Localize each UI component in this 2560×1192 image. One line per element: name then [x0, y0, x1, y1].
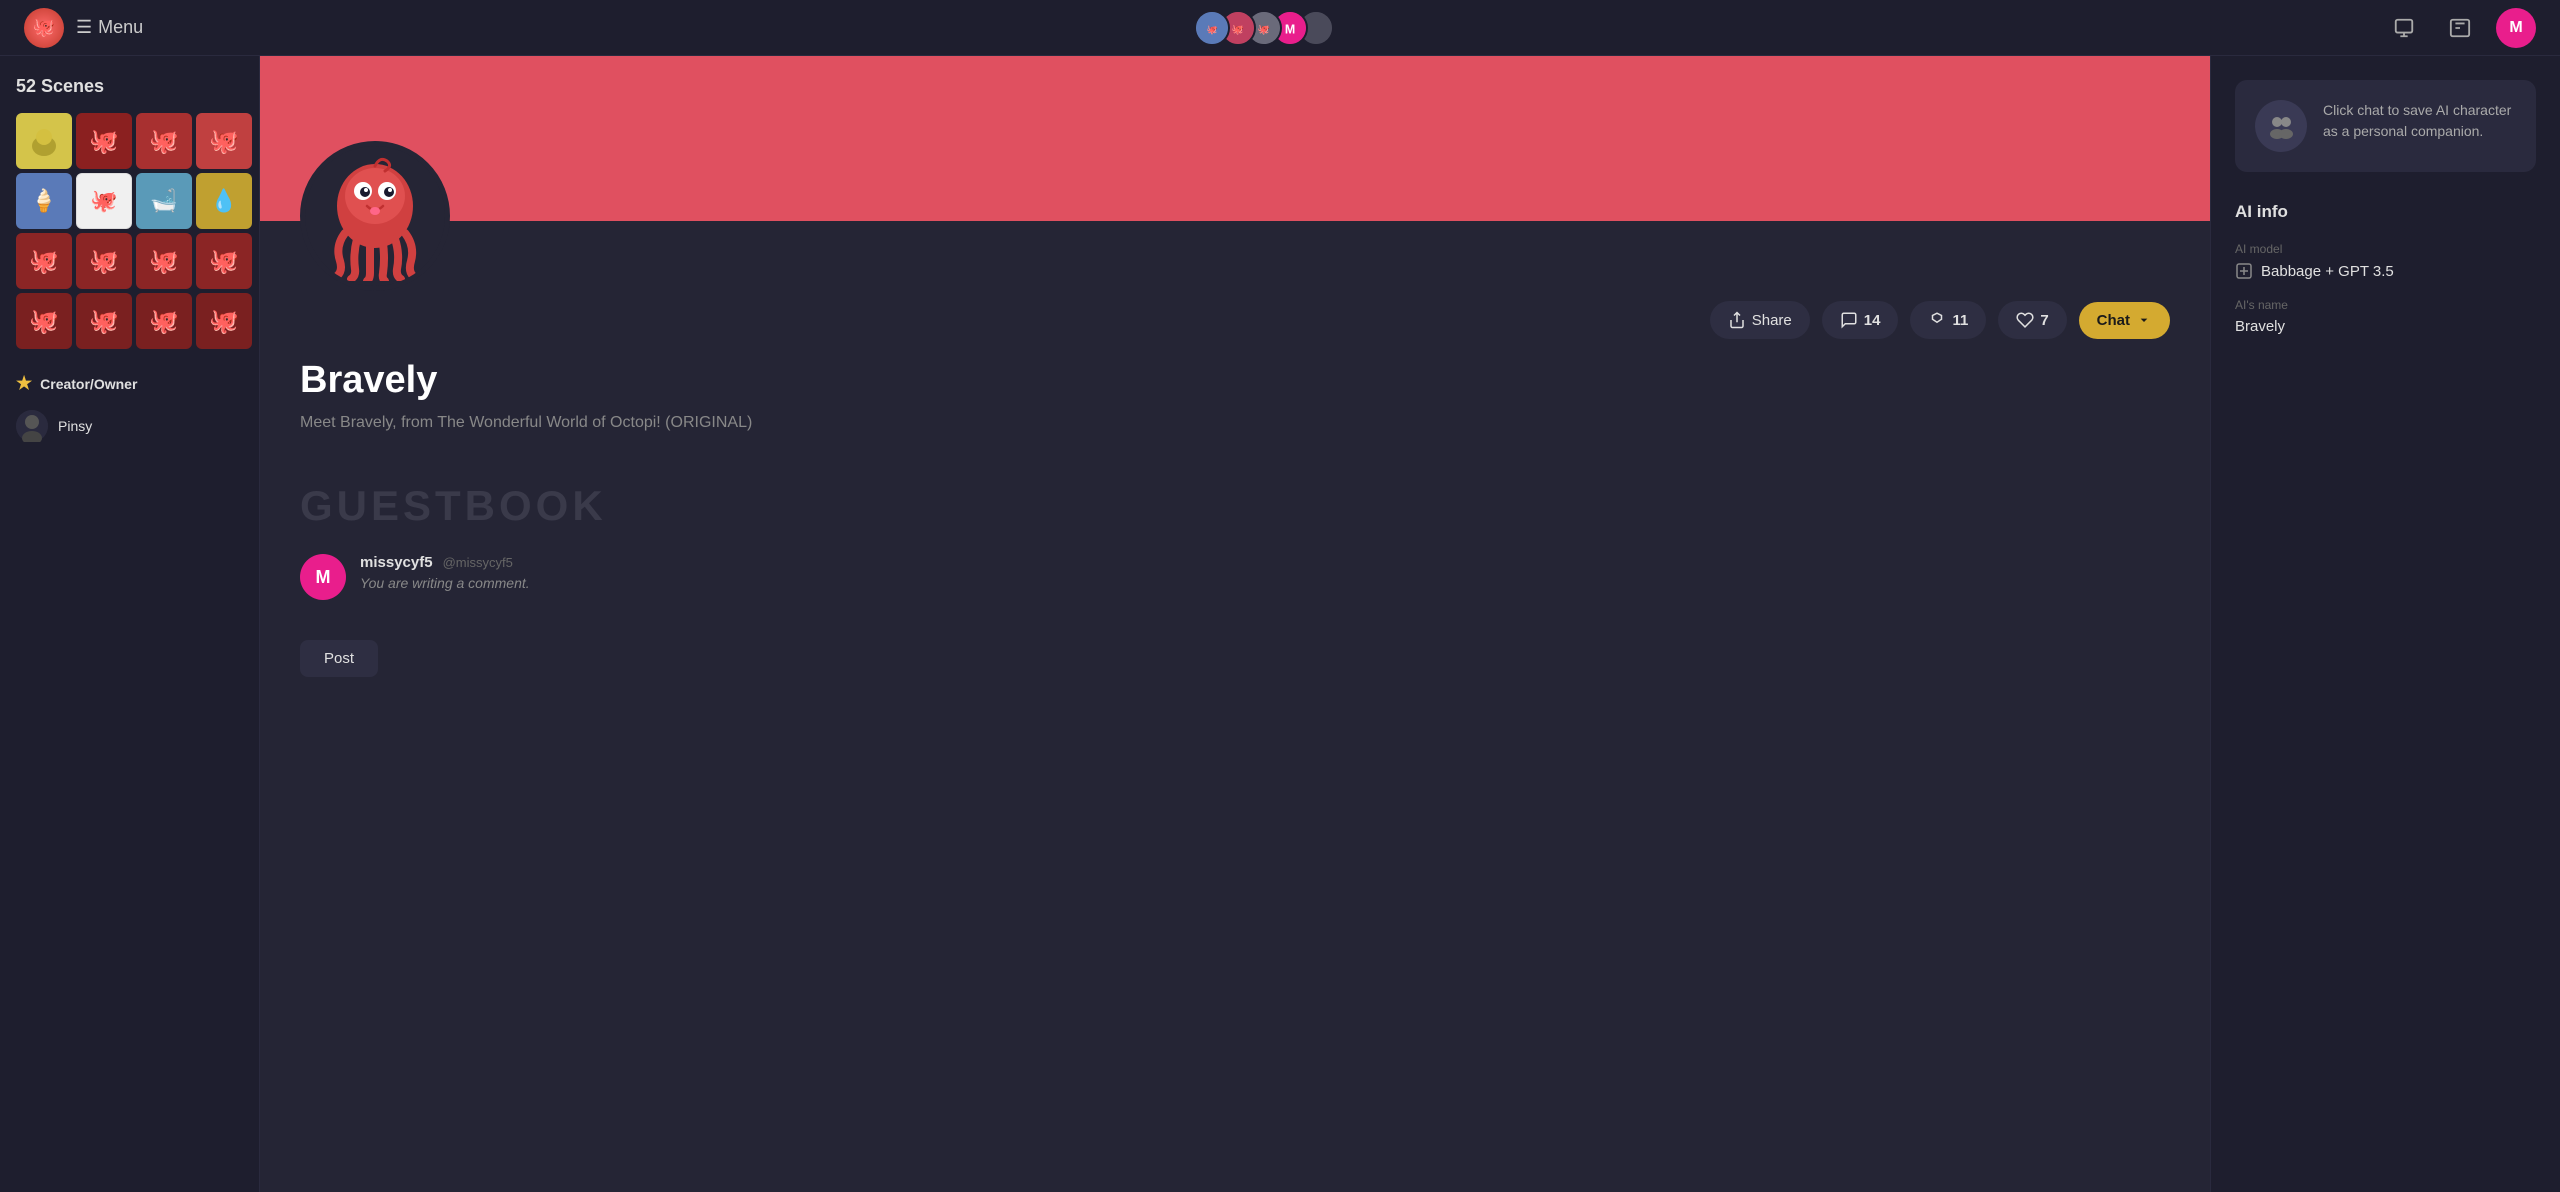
- post-label: Post: [324, 650, 354, 667]
- ai-model-label: AI model: [2235, 242, 2536, 256]
- comment-handle: @missycyf5: [443, 555, 513, 570]
- post-button-section: Post: [260, 620, 2210, 697]
- scene-thumb-6[interactable]: 🐙: [76, 173, 132, 229]
- top-navigation: 🐙 ☰ Menu 🐙 🐙 🐙 M: [0, 0, 2560, 56]
- guestbook-title: GUESTBOOK: [300, 482, 2170, 530]
- profile-name: Bravely: [300, 359, 2170, 402]
- svg-text:🐙: 🐙: [1206, 24, 1217, 35]
- ai-info-title: AI info: [2235, 202, 2536, 222]
- comment-body: missycyf5 @missycyf5 You are writing a c…: [360, 554, 2170, 600]
- nav-avatars: 🐙 🐙 🐙 M: [1194, 10, 1334, 46]
- ai-model-value: Babbage + GPT 3.5: [2235, 262, 2536, 280]
- ai-companion-card[interactable]: Click chat to save AI character as a per…: [2235, 80, 2536, 172]
- ai-name-row: AI's name Bravely: [2235, 298, 2536, 335]
- scene-thumb-13[interactable]: 🐙: [16, 293, 72, 349]
- profile-actions: Share 14 11: [300, 301, 2170, 339]
- ai-companion-icon: [2255, 100, 2307, 152]
- profile-description: Meet Bravely, from The Wonderful World o…: [300, 414, 2170, 432]
- notifications-button[interactable]: [2384, 8, 2424, 48]
- scene-thumb-10[interactable]: 🐙: [76, 233, 132, 289]
- hamburger-icon: ☰: [76, 17, 92, 38]
- scene-thumb-5[interactable]: 🍦: [16, 173, 72, 229]
- hearts-icon: [2016, 311, 2034, 329]
- ai-name-value: Bravely: [2235, 318, 2536, 335]
- comment-item: M missycyf5 @missycyf5 You are writing a…: [300, 554, 2170, 600]
- scene-thumb-2[interactable]: 🐙: [76, 113, 132, 169]
- ai-character-name: Bravely: [2235, 318, 2285, 335]
- nav-left: 🐙 ☰ Menu: [24, 8, 143, 48]
- scene-thumb-8[interactable]: 💧: [196, 173, 252, 229]
- nav-right: M: [2384, 8, 2536, 48]
- character-avatar: [315, 151, 435, 281]
- scene-thumb-9[interactable]: 🐙: [16, 233, 72, 289]
- profile-banner: [260, 56, 2210, 221]
- waves-count: 11: [1952, 312, 1968, 329]
- creator-item[interactable]: Pinsy: [16, 406, 243, 446]
- guestbook-section: GUESTBOOK M missycyf5 @missycyf5 You are…: [260, 482, 2210, 600]
- svg-text:🐙: 🐙: [1257, 24, 1269, 35]
- comments-button[interactable]: 14: [1822, 301, 1899, 339]
- ai-companion-text: Click chat to save AI character as a per…: [2323, 100, 2516, 142]
- comment-text: You are writing a comment.: [360, 575, 2170, 591]
- content-area: Share 14 11: [260, 56, 2210, 1192]
- ai-info-section: AI info AI model Babbage + GPT 3.5 AI's …: [2235, 202, 2536, 335]
- scenes-title: 52 Scenes: [16, 76, 243, 97]
- creator-label: ★ Creator/Owner: [16, 373, 243, 394]
- creator-section: ★ Creator/Owner Pinsy: [16, 373, 243, 446]
- ai-model-name: Babbage + GPT 3.5: [2261, 263, 2394, 280]
- post-button[interactable]: Post: [300, 640, 378, 677]
- comments-count: 14: [1864, 312, 1881, 329]
- waves-icon: [1928, 311, 1946, 329]
- share-label: Share: [1752, 312, 1792, 329]
- share-button[interactable]: Share: [1710, 301, 1810, 339]
- scene-thumb-7[interactable]: 🛁: [136, 173, 192, 229]
- model-icon: [2235, 262, 2253, 280]
- menu-label: Menu: [98, 17, 143, 38]
- chevron-down-icon: [2136, 312, 2152, 328]
- creator-avatar: [16, 410, 48, 442]
- profile-info-section: Share 14 11: [260, 221, 2210, 482]
- right-panel: Click chat to save AI character as a per…: [2210, 56, 2560, 1192]
- svg-text:M: M: [1284, 22, 1294, 36]
- scene-thumb-12[interactable]: 🐙: [196, 233, 252, 289]
- hearts-button[interactable]: 7: [1998, 301, 2066, 339]
- comment-username: missycyf5: [360, 554, 433, 571]
- hearts-count: 7: [2040, 312, 2048, 329]
- chat-button[interactable]: Chat: [2079, 302, 2170, 339]
- scene-thumb-14[interactable]: 🐙: [76, 293, 132, 349]
- app-logo[interactable]: 🐙: [24, 8, 64, 48]
- menu-button[interactable]: ☰ Menu: [76, 17, 143, 38]
- profile-avatar-wrapper: [300, 141, 450, 291]
- svg-text:🐙: 🐙: [1231, 24, 1243, 35]
- ai-model-row: AI model Babbage + GPT 3.5: [2235, 242, 2536, 280]
- profile-avatar-circle: [300, 141, 450, 291]
- ai-name-label: AI's name: [2235, 298, 2536, 312]
- scene-thumb-15[interactable]: 🐙: [136, 293, 192, 349]
- scene-thumb-3[interactable]: 🐙: [136, 113, 192, 169]
- scene-thumb-1[interactable]: [16, 113, 72, 169]
- scene-thumb-16[interactable]: 🐙: [196, 293, 252, 349]
- user-avatar[interactable]: M: [2496, 8, 2536, 48]
- creator-label-text: Creator/Owner: [40, 376, 137, 392]
- comments-icon: [1840, 311, 1858, 329]
- star-icon: ★: [16, 373, 32, 394]
- waves-button[interactable]: 11: [1910, 301, 1986, 339]
- users-icon: [2267, 112, 2295, 140]
- profile-button[interactable]: [2440, 8, 2480, 48]
- share-icon: [1728, 311, 1746, 329]
- creator-name: Pinsy: [58, 418, 92, 434]
- scene-thumb-4[interactable]: 🐙: [196, 113, 252, 169]
- comment-avatar: M: [300, 554, 346, 600]
- chat-label: Chat: [2097, 312, 2130, 329]
- nav-avatar-1[interactable]: 🐙: [1194, 10, 1230, 46]
- scenes-grid: 🐙 🐙 🐙 🍦 🐙 🛁 💧 🐙: [16, 113, 243, 349]
- main-layout: 52 Scenes 🐙 🐙 🐙 🍦 🐙 🛁: [0, 56, 2560, 1192]
- scene-thumb-11[interactable]: 🐙: [136, 233, 192, 289]
- comment-header: missycyf5 @missycyf5: [360, 554, 2170, 571]
- sidebar: 52 Scenes 🐙 🐙 🐙 🍦 🐙 🛁: [0, 56, 260, 1192]
